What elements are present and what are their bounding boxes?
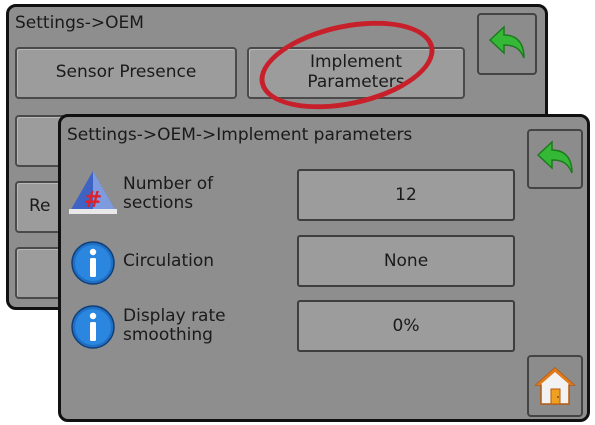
row-label: Number of sections — [123, 174, 214, 214]
svg-text:#: # — [84, 188, 102, 213]
back-arrow-icon — [488, 25, 525, 59]
row-label: Display rate smoothing — [123, 306, 226, 346]
row-label: Circulation — [123, 251, 215, 271]
screen-title: Settings->OEM — [15, 13, 144, 33]
field-value: 0% — [392, 316, 420, 336]
number-of-sections-field[interactable]: 12 — [297, 169, 515, 221]
screen-title: Settings->OEM->Implement parameters — [67, 125, 413, 145]
info-icon — [71, 305, 115, 349]
sensor-presence-button[interactable]: Sensor Presence — [15, 47, 237, 99]
field-value: 12 — [395, 185, 417, 205]
sensor-presence-label: Sensor Presence — [55, 62, 197, 83]
back-button[interactable] — [477, 13, 537, 75]
sections-hash-icon: # — [69, 171, 117, 214]
home-button[interactable] — [527, 355, 583, 417]
info-icon — [71, 241, 115, 285]
back-arrow-icon — [536, 140, 573, 174]
button-partial-label: Re — [29, 196, 51, 217]
circulation-field[interactable]: None — [297, 235, 515, 287]
field-value: None — [383, 251, 429, 271]
implement-parameters-screen: Settings->OEM->Implement parameters # Nu… — [58, 114, 590, 422]
back-button[interactable] — [527, 129, 583, 189]
display-rate-smoothing-field[interactable]: 0% — [297, 300, 515, 352]
home-icon — [534, 366, 576, 405]
